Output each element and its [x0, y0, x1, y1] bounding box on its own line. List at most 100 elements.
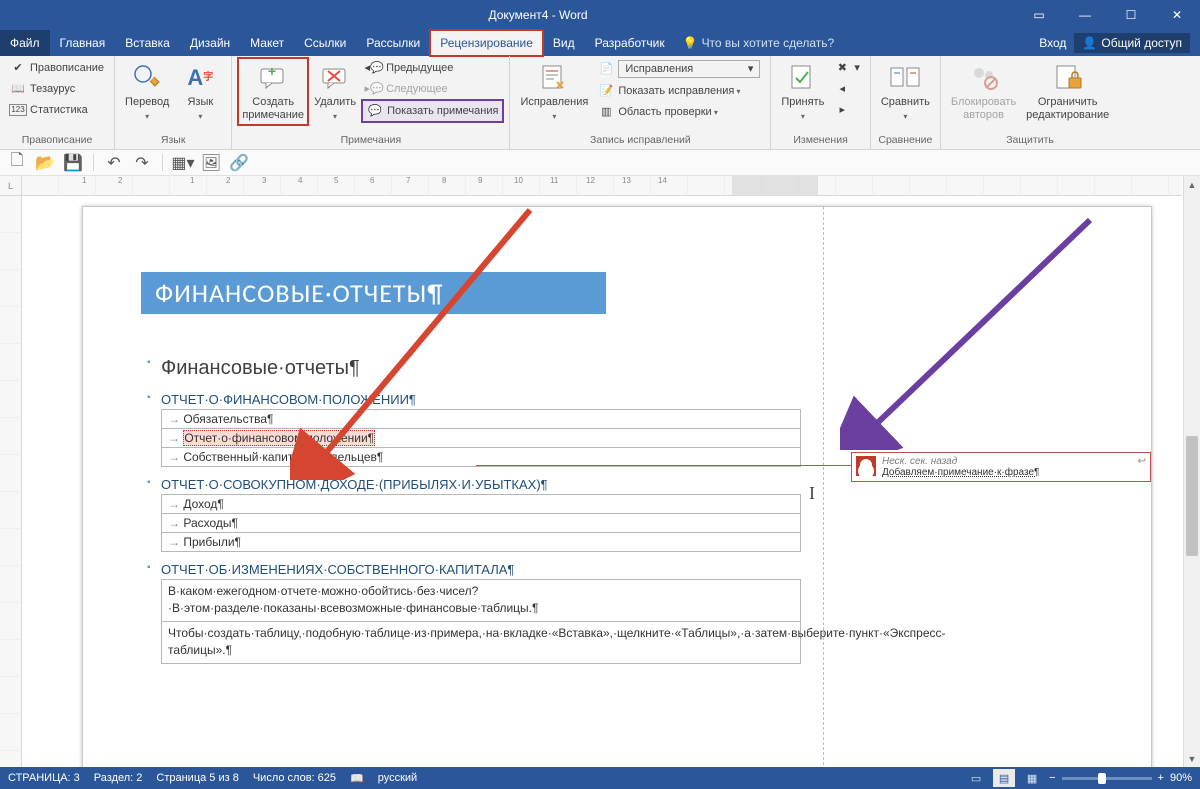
- status-page[interactable]: СТРАНИЦА: 3: [8, 772, 80, 784]
- previous-change-button[interactable]: ◂: [830, 79, 864, 99]
- language-button[interactable]: A字 Язык: [175, 58, 225, 121]
- restrict-editing-button[interactable]: Ограничить редактирование: [1022, 58, 1113, 121]
- qat-link-icon[interactable]: 🔗: [228, 153, 250, 173]
- tab-mailings[interactable]: Рассылки: [356, 30, 430, 56]
- document-content[interactable]: Финансовые·отчеты¶ ОТЧЕТ·О·ФИНАНСОВОМ·ПО…: [161, 357, 801, 664]
- doc-title-banner[interactable]: ФИНАНСОВЫЕ·ОТЧЕТЫ¶: [141, 272, 606, 314]
- compare-icon: [889, 62, 921, 94]
- tell-me[interactable]: 💡 Что вы хотите сделать?: [675, 30, 843, 56]
- qat-redo-icon[interactable]: ↷: [131, 153, 153, 173]
- paragraph[interactable]: Чтобы·создать·таблицу,·подобную·таблице·…: [161, 621, 801, 664]
- commented-text[interactable]: Отчет·о·финансовом·положении¶: [183, 430, 375, 446]
- reply-icon[interactable]: ↩: [1138, 456, 1146, 467]
- view-read-icon[interactable]: ▭: [965, 769, 987, 787]
- table-row[interactable]: Доход¶: [162, 495, 801, 514]
- table-row[interactable]: Собственный·капитал·владельцев¶: [162, 448, 801, 467]
- qat-picture-icon[interactable]: 🖼: [200, 153, 222, 173]
- group-proofing-label: Правописание: [6, 132, 108, 149]
- sign-in-link[interactable]: Вход: [1039, 36, 1066, 50]
- next-comment-icon: ▸💬: [366, 81, 382, 97]
- block-authors-icon: [968, 62, 1000, 94]
- scroll-up-icon[interactable]: ▲: [1184, 176, 1200, 193]
- table-1[interactable]: Обязательства¶ Отчет·о·финансовом·положе…: [161, 409, 801, 467]
- tab-review[interactable]: Рецензирование: [430, 30, 543, 56]
- maximize-icon[interactable]: ☐: [1108, 0, 1154, 30]
- ruler-corner[interactable]: L: [0, 176, 22, 196]
- compare-button[interactable]: Сравнить: [877, 58, 934, 121]
- tab-insert[interactable]: Вставка: [115, 30, 180, 56]
- next-change-button[interactable]: ▸: [830, 100, 864, 120]
- zoom-in-icon[interactable]: +: [1158, 772, 1164, 784]
- previous-comment-button[interactable]: ◂💬Предыдущее: [362, 58, 503, 78]
- tab-design[interactable]: Дизайн: [180, 30, 240, 56]
- minimize-icon[interactable]: —: [1062, 0, 1108, 30]
- workspace: L 121234567891011121314 ФИНАНСОВЫЕ·ОТЧЕТ…: [0, 176, 1200, 767]
- comment-text[interactable]: Добавляем·примечание·к·фразе¶: [882, 467, 1145, 478]
- paragraph[interactable]: В·каком·ежегодном·отчете·можно·обойтись·…: [161, 579, 801, 621]
- horizontal-ruler[interactable]: 121234567891011121314: [22, 176, 1182, 196]
- zoom-value[interactable]: 90%: [1170, 772, 1192, 784]
- vertical-scrollbar[interactable]: ▲ ▼: [1183, 176, 1200, 767]
- tab-home[interactable]: Главная: [50, 30, 116, 56]
- status-page-of[interactable]: Страница 5 из 8: [156, 772, 238, 784]
- reviewing-pane-dropdown[interactable]: ▥Область проверки: [594, 102, 764, 122]
- share-button[interactable]: 👤 Общий доступ: [1074, 33, 1190, 53]
- heading-2[interactable]: Финансовые·отчеты¶: [161, 357, 801, 380]
- spelling-button[interactable]: ✔Правописание: [6, 58, 108, 78]
- view-print-icon[interactable]: ▤: [993, 769, 1015, 787]
- tab-developer[interactable]: Разработчик: [585, 30, 675, 56]
- show-markup-dropdown[interactable]: 📝Показать исправления: [594, 81, 764, 101]
- track-changes-button[interactable]: Исправления: [516, 58, 592, 121]
- table-2[interactable]: Доход¶ Расходы¶ Прибыли¶: [161, 494, 801, 552]
- thesaurus-button[interactable]: 📖Тезаурус: [6, 79, 108, 99]
- next-comment-button[interactable]: ▸💬 Следующее: [362, 79, 503, 99]
- translate-button[interactable]: Перевод: [121, 58, 173, 121]
- table-row[interactable]: Расходы¶: [162, 514, 801, 533]
- text-cursor: I: [809, 483, 815, 504]
- scroll-down-icon[interactable]: ▼: [1184, 750, 1200, 767]
- qat-open-icon[interactable]: 📂: [34, 153, 56, 173]
- view-web-icon[interactable]: ▦: [1021, 769, 1043, 787]
- qat-undo-icon[interactable]: ↶: [103, 153, 125, 173]
- display-review-value: Исправления: [625, 62, 693, 76]
- new-comment-icon: +: [257, 62, 289, 94]
- delete-comment-button[interactable]: Удалить: [310, 58, 360, 121]
- word-count-button[interactable]: 123Статистика: [6, 100, 108, 120]
- comment-balloon[interactable]: ↩ Неск. сек. назад Добавляем·примечание·…: [851, 452, 1151, 482]
- tab-file[interactable]: Файл: [0, 30, 50, 56]
- heading-3[interactable]: ОТЧЕТ·ОБ·ИЗМЕНЕНИЯХ·СОБСТВЕННОГО·КАПИТАЛ…: [161, 562, 801, 577]
- tab-view[interactable]: Вид: [543, 30, 585, 56]
- accept-icon: [787, 62, 819, 94]
- table-row[interactable]: Отчет·о·финансовом·положении¶: [162, 429, 801, 448]
- zoom-slider[interactable]: [1062, 777, 1152, 780]
- show-comments-button[interactable]: 💬Показать примечания: [362, 100, 503, 122]
- zoom-out-icon[interactable]: −: [1049, 772, 1055, 784]
- reject-button[interactable]: ✖▾: [830, 58, 864, 78]
- status-word-count[interactable]: Число слов: 625: [253, 772, 336, 784]
- accept-button[interactable]: Принять: [777, 58, 828, 121]
- table-row[interactable]: Обязательства¶: [162, 410, 801, 429]
- status-language[interactable]: русский: [378, 772, 417, 784]
- status-proofing-icon[interactable]: 📖: [350, 772, 364, 785]
- stats-icon: 123: [10, 102, 26, 118]
- new-comment-button[interactable]: + Создать примечание: [238, 58, 308, 125]
- qat-new-icon[interactable]: 🗋: [6, 153, 28, 173]
- lightbulb-icon: 💡: [683, 36, 698, 50]
- tab-references[interactable]: Ссылки: [294, 30, 356, 56]
- table-row[interactable]: Прибыли¶: [162, 533, 801, 552]
- status-section[interactable]: Раздел: 2: [94, 772, 143, 784]
- document-page[interactable]: ФИНАНСОВЫЕ·ОТЧЕТЫ¶ Финансовые·отчеты¶ ОТ…: [82, 206, 1152, 767]
- heading-3[interactable]: ОТЧЕТ·О·СОВОКУПНОМ·ДОХОДЕ·(ПРИБЫЛЯХ·И·УБ…: [161, 477, 801, 492]
- qat-table-icon[interactable]: ▦▾: [172, 153, 194, 173]
- heading-3[interactable]: ОТЧЕТ·О·ФИНАНСОВОМ·ПОЛОЖЕНИИ¶: [161, 392, 801, 407]
- tab-layout[interactable]: Макет: [240, 30, 294, 56]
- title-bar: Документ4 - Word ▭ — ☐ ✕: [0, 0, 1200, 30]
- close-icon[interactable]: ✕: [1154, 0, 1200, 30]
- display-for-review-dropdown[interactable]: 📄Исправления▾: [594, 58, 764, 80]
- scroll-thumb[interactable]: [1186, 436, 1198, 556]
- right-margin-guide: [823, 207, 824, 767]
- next-comment-label: Следующее: [386, 82, 448, 96]
- vertical-ruler[interactable]: [0, 196, 22, 767]
- qat-save-icon[interactable]: 💾: [62, 153, 84, 173]
- ribbon-options-icon[interactable]: ▭: [1016, 0, 1062, 30]
